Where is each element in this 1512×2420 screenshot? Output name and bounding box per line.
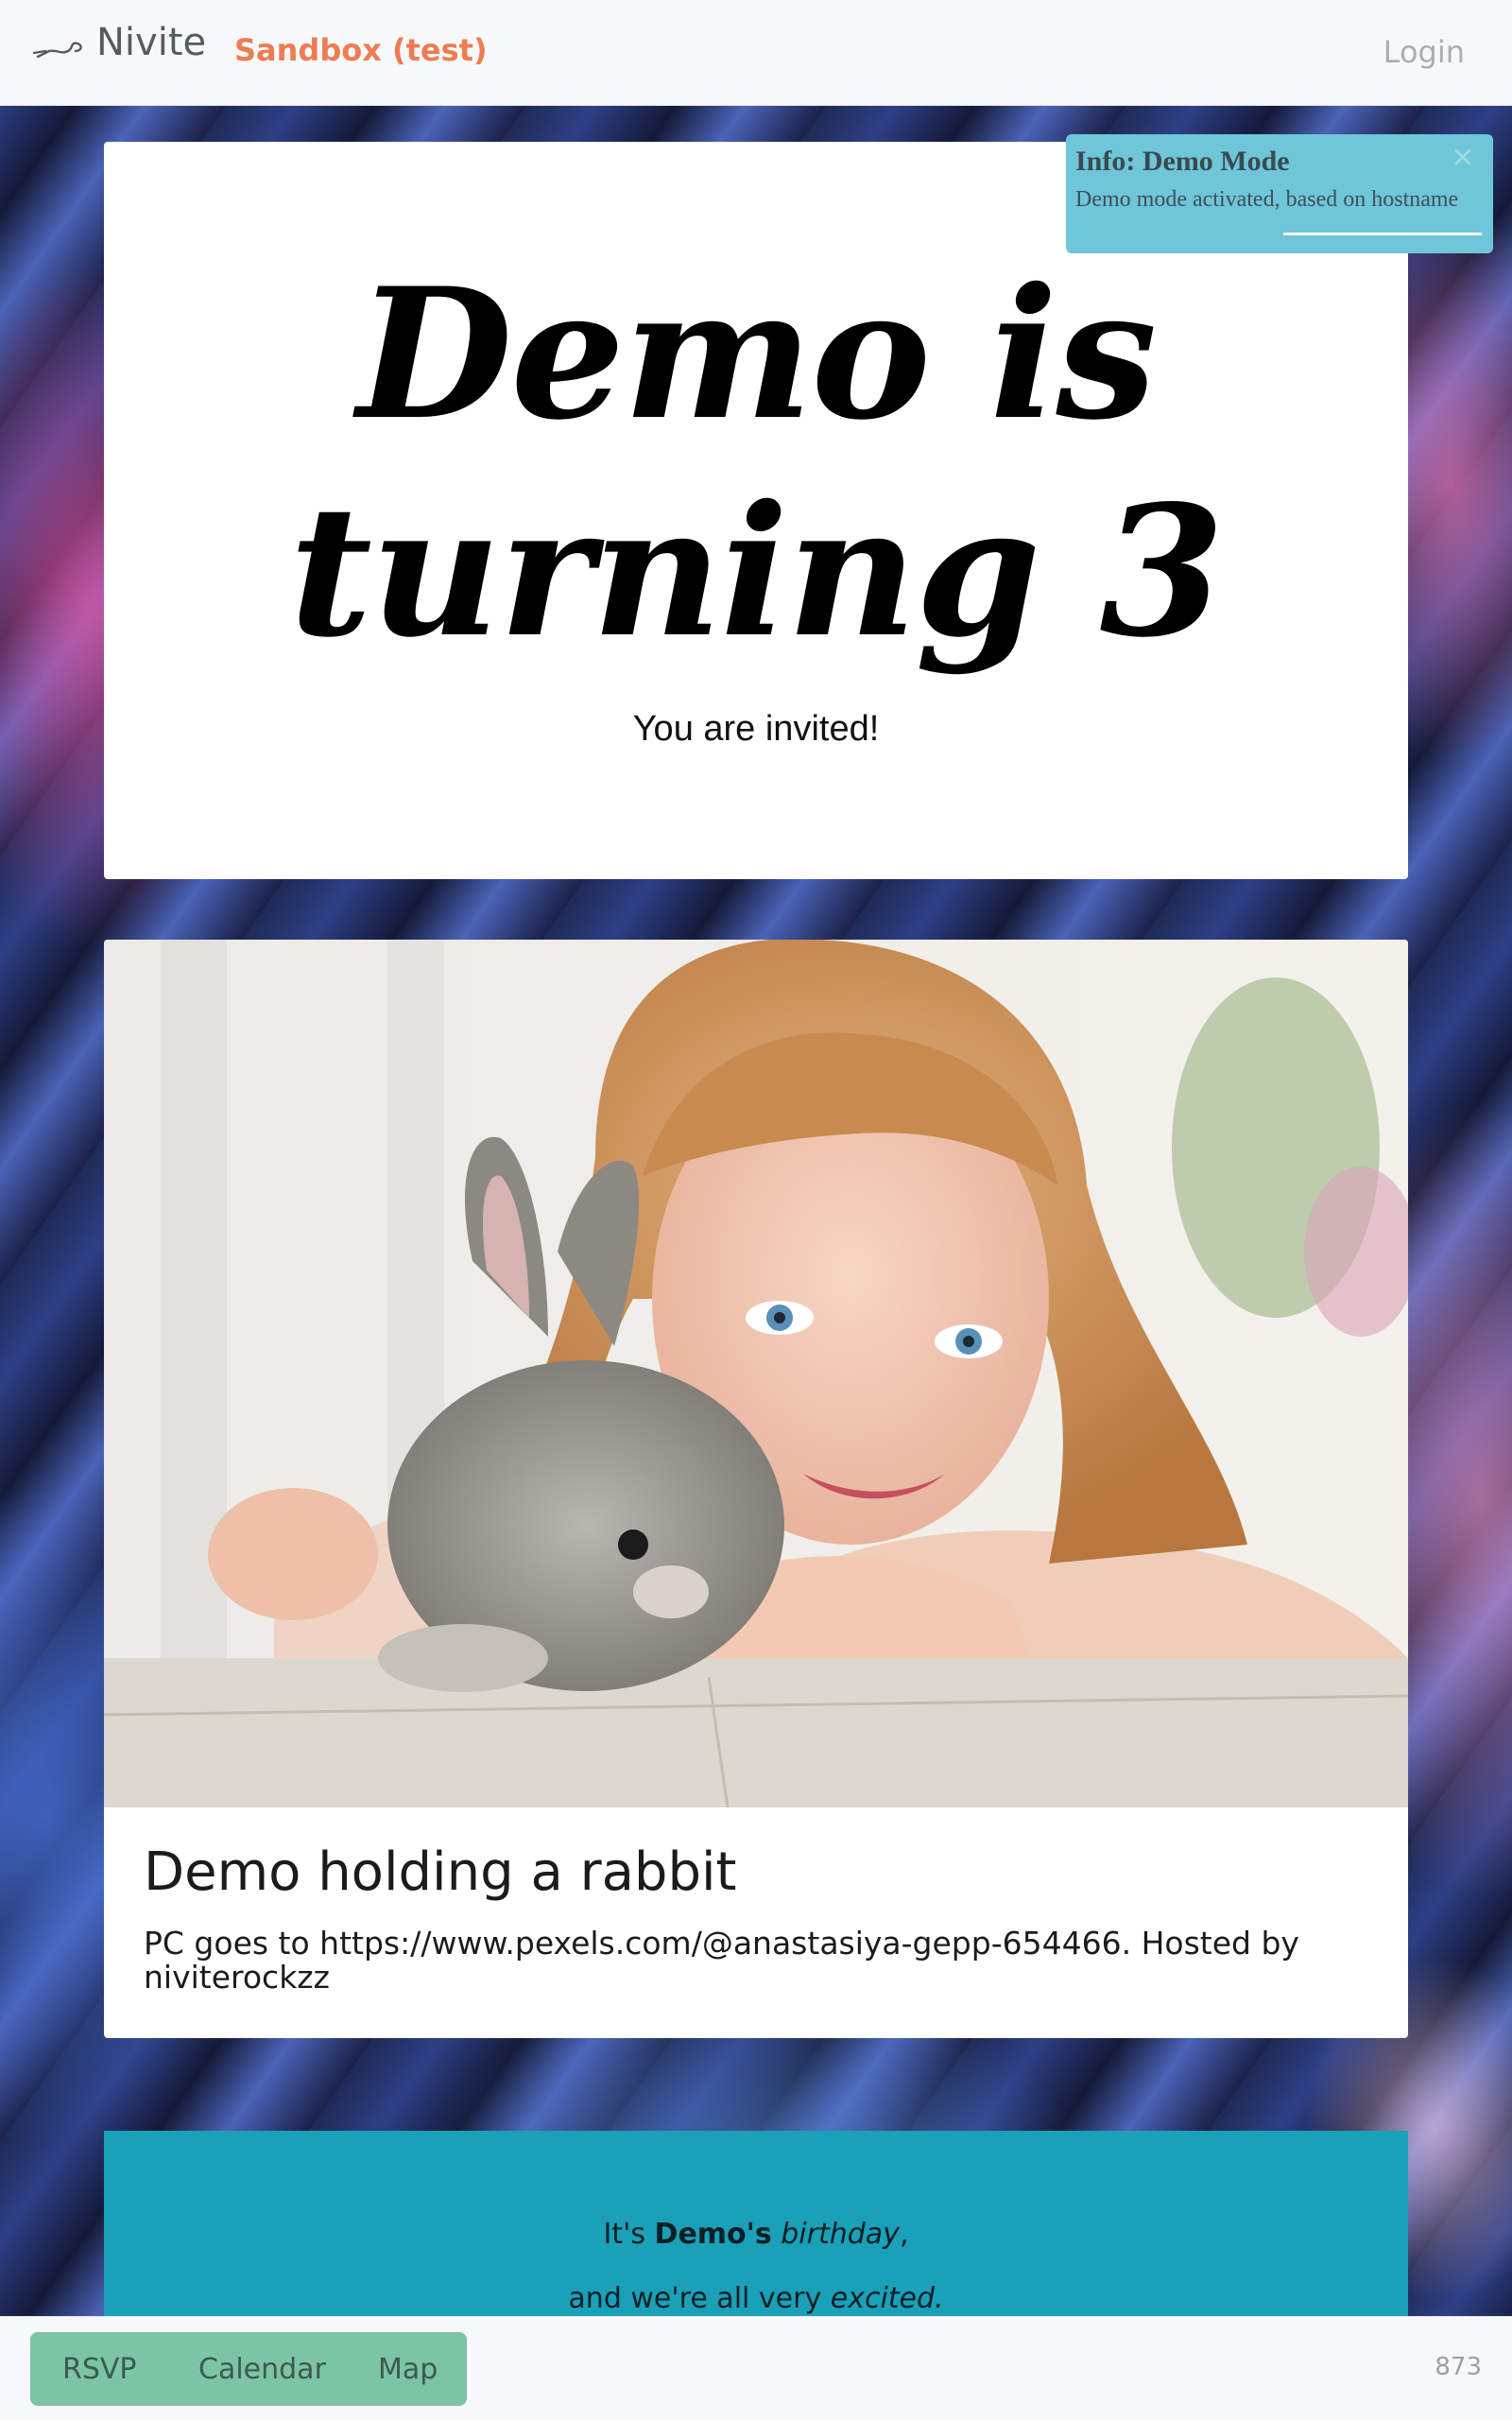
bottom-nav: RSVP Calendar Map bbox=[30, 2332, 467, 2406]
view-counter: 873 bbox=[1435, 2353, 1482, 2381]
demo-mode-toast[interactable]: Info: Demo Mode Demo mode activated, bas… bbox=[1066, 134, 1493, 253]
message-line-1: It's Demo's birthday, bbox=[104, 2218, 1408, 2251]
invitation-subtitle: You are invited! bbox=[632, 709, 880, 749]
photo-title: Demo holding a rabbit bbox=[144, 1841, 737, 1903]
environment-label: Sandbox (test) bbox=[234, 32, 488, 68]
photo-card: Demo holding a rabbit PC goes to https:/… bbox=[104, 940, 1408, 2038]
invitation-heading: Demo is turning 3 bbox=[104, 246, 1408, 681]
map-button[interactable]: Map bbox=[378, 2353, 438, 2386]
photo-caption: PC goes to https://www.pexels.com/@anast… bbox=[144, 1925, 1299, 1996]
brand-logo-icon[interactable] bbox=[32, 38, 85, 60]
heading-line-1: Demo is bbox=[356, 249, 1158, 459]
login-link[interactable]: Login bbox=[1383, 34, 1465, 70]
message-line-2: and we're all very excited. bbox=[104, 2282, 1408, 2315]
toast-message: Demo mode activated, based on hostname bbox=[1075, 187, 1459, 212]
message-prefix: It's bbox=[603, 2218, 655, 2251]
message-birthday: birthday bbox=[771, 2218, 900, 2251]
event-photo bbox=[104, 940, 1408, 1807]
toast-title: Info: Demo Mode bbox=[1075, 146, 1290, 177]
message-excited: excited. bbox=[830, 2282, 944, 2315]
bottom-bar: RSVP Calendar Map 873 bbox=[0, 2316, 1512, 2420]
rsvp-button[interactable]: RSVP bbox=[62, 2353, 137, 2386]
heading-line-2: turning 3 bbox=[289, 466, 1225, 677]
close-icon[interactable]: ✕ bbox=[1450, 145, 1476, 173]
message-name: Demo's bbox=[654, 2218, 772, 2251]
calendar-button[interactable]: Calendar bbox=[198, 2353, 326, 2386]
message-line2-prefix: and we're all very bbox=[568, 2282, 831, 2315]
message-comma: , bbox=[899, 2218, 909, 2251]
toast-progress-bar bbox=[1283, 233, 1482, 235]
top-navbar: Nivite Sandbox (test) Login bbox=[0, 0, 1512, 106]
brand-name[interactable]: Nivite bbox=[96, 21, 206, 64]
